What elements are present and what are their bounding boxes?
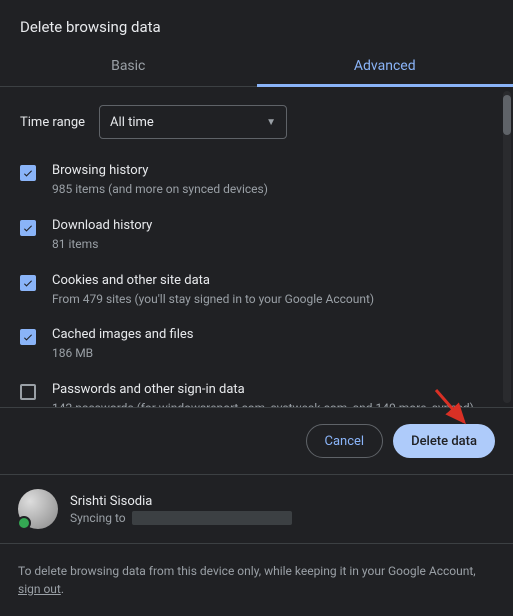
- time-range-value: All time: [110, 115, 154, 130]
- sync-status-badge-icon: [17, 516, 31, 530]
- sync-status: Syncing to: [70, 511, 292, 525]
- tab-advanced[interactable]: Advanced: [257, 48, 513, 86]
- scrollbar[interactable]: [503, 91, 511, 403]
- checkbox[interactable]: [20, 329, 36, 345]
- option-label: Cached images and files: [52, 327, 193, 342]
- footer-note: To delete browsing data from this device…: [0, 544, 513, 616]
- checkbox[interactable]: [20, 165, 36, 181]
- sync-section: Srishti Sisodia Syncing to: [0, 474, 513, 544]
- time-range-select[interactable]: All time ▼: [99, 105, 287, 139]
- option-label: Passwords and other sign-in data: [52, 382, 474, 397]
- option-label: Browsing history: [52, 163, 268, 178]
- sign-out-link[interactable]: sign out: [18, 582, 61, 596]
- scroll-thumb[interactable]: [503, 95, 511, 135]
- dialog-title: Delete browsing data: [0, 0, 513, 48]
- option-desc: 186 MB: [52, 345, 193, 362]
- scroll-content: Time range All time ▼ Browsing history 9…: [0, 87, 513, 407]
- option-desc: From 479 sites (you'll stay signed in to…: [52, 291, 374, 308]
- checkbox[interactable]: [20, 220, 36, 236]
- options-list: Browsing history 985 items (and more on …: [0, 145, 513, 407]
- option-cache[interactable]: Cached images and files 186 MB: [16, 317, 497, 372]
- option-passwords[interactable]: Passwords and other sign-in data 142 pas…: [16, 372, 497, 407]
- option-desc: 142 passwords (for windowsreport.com, sy…: [52, 400, 474, 407]
- avatar: [18, 489, 58, 529]
- option-label: Cookies and other site data: [52, 273, 374, 288]
- delete-data-button[interactable]: Delete data: [393, 424, 495, 458]
- checkbox[interactable]: [20, 384, 36, 400]
- sync-row: Srishti Sisodia Syncing to: [18, 489, 495, 529]
- sync-user-name: Srishti Sisodia: [70, 494, 292, 509]
- dialog-actions: Cancel Delete data: [0, 408, 513, 474]
- checkbox[interactable]: [20, 275, 36, 291]
- delete-browsing-data-dialog: Delete browsing data Basic Advanced Time…: [0, 0, 513, 616]
- option-desc: 985 items (and more on synced devices): [52, 181, 268, 198]
- option-cookies[interactable]: Cookies and other site data From 479 sit…: [16, 263, 497, 318]
- chevron-down-icon: ▼: [266, 117, 276, 128]
- redacted-email: [132, 511, 292, 525]
- option-browsing-history[interactable]: Browsing history 985 items (and more on …: [16, 153, 497, 208]
- scroll-track: [503, 91, 511, 403]
- time-range-row: Time range All time ▼: [0, 87, 513, 145]
- tabs: Basic Advanced: [0, 48, 513, 87]
- cancel-button[interactable]: Cancel: [306, 424, 384, 458]
- option-label: Download history: [52, 218, 152, 233]
- tab-basic[interactable]: Basic: [0, 48, 257, 86]
- option-desc: 81 items: [52, 236, 152, 253]
- time-range-label: Time range: [20, 115, 85, 130]
- option-download-history[interactable]: Download history 81 items: [16, 208, 497, 263]
